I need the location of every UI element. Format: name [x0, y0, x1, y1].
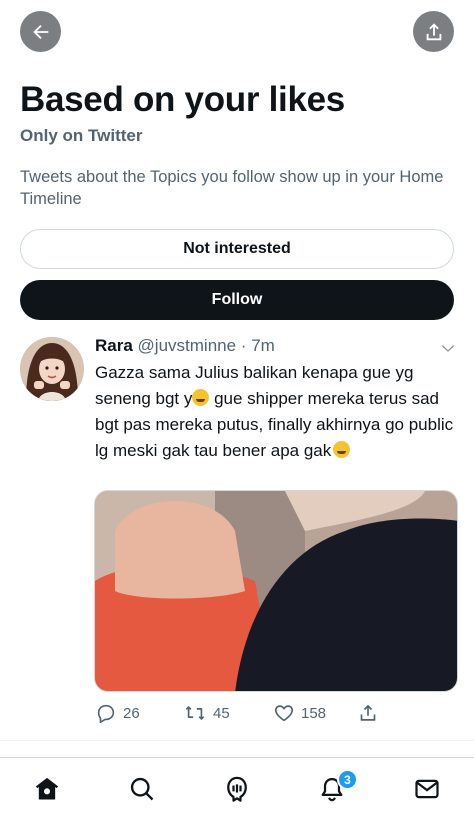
- tweet-header: Rara @juvstminne · 7m: [95, 336, 275, 356]
- home-icon: [35, 777, 59, 800]
- heart-icon: [274, 705, 294, 722]
- tweet-card[interactable]: Rara @juvstminne · 7m Gazza sama Julius …: [0, 330, 474, 740]
- follow-button[interactable]: Follow: [20, 280, 454, 320]
- spaces-icon: [227, 776, 247, 802]
- like-button[interactable]: 158: [273, 702, 326, 724]
- page-title: Based on your likes: [20, 80, 345, 119]
- retweet-button[interactable]: 45: [183, 702, 230, 724]
- bottom-nav: 3: [0, 757, 474, 820]
- reply-button[interactable]: 26: [95, 702, 140, 724]
- tweet-media[interactable]: [94, 490, 458, 692]
- search-icon: [130, 777, 154, 801]
- nav-spaces[interactable]: [222, 774, 252, 804]
- nav-search[interactable]: [127, 774, 157, 804]
- share-icon: [426, 22, 441, 40]
- notification-badge: 3: [337, 769, 358, 790]
- reply-icon: [97, 704, 115, 723]
- author-handle[interactable]: @juvstminne: [138, 336, 237, 355]
- share-button[interactable]: [413, 11, 454, 52]
- nav-messages[interactable]: [412, 774, 442, 804]
- reply-count: 26: [123, 704, 140, 722]
- tweet-time[interactable]: 7m: [251, 336, 275, 355]
- author-name[interactable]: Rara: [95, 336, 133, 355]
- arrow-left-icon: [32, 24, 48, 39]
- tired-face-emoji-icon: [333, 441, 351, 458]
- retweet-count: 45: [213, 704, 230, 722]
- back-button[interactable]: [20, 11, 61, 52]
- chevron-down-icon: [441, 345, 455, 352]
- avatar-image: [20, 337, 84, 401]
- tweet-menu-button[interactable]: [440, 340, 456, 361]
- tweet-actions: 26 45 158: [95, 702, 455, 726]
- retweet-icon: [185, 706, 205, 720]
- like-count: 158: [301, 704, 327, 722]
- nav-home[interactable]: [32, 774, 62, 804]
- tweet-text: Gazza sama Julius balikan kenapa gue yg …: [95, 360, 465, 464]
- avatar[interactable]: [20, 337, 84, 401]
- mail-icon: [415, 779, 439, 799]
- not-interested-button[interactable]: Not interested: [20, 229, 454, 269]
- page-subtitle: Only on Twitter: [20, 126, 143, 145]
- top-bar: [0, 0, 474, 64]
- tweet-media-image: [95, 491, 457, 691]
- topic-description: Tweets about the Topics you follow show …: [20, 168, 444, 208]
- laughing-emoji-icon: [192, 389, 210, 406]
- share-icon: [360, 704, 376, 721]
- separator: ·: [240, 336, 247, 355]
- share-tweet-button[interactable]: [357, 702, 379, 724]
- next-tweet-peek: [0, 740, 474, 756]
